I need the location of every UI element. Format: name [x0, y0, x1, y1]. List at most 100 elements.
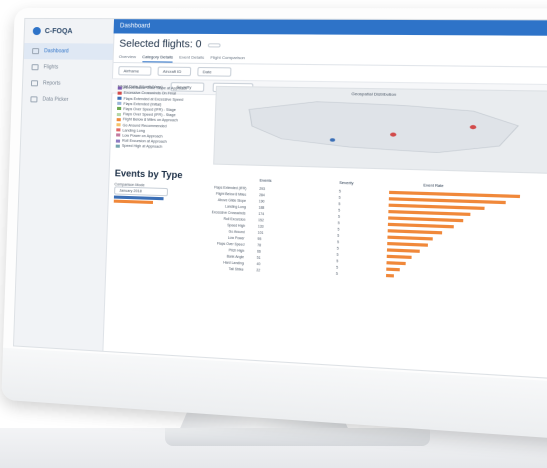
tab-overview[interactable]: Overview [119, 52, 137, 62]
legend-label: Flaps Over Speed (IFR) - Stage [123, 106, 176, 113]
event-rate-bar [388, 216, 464, 223]
event-count: 174 [258, 211, 265, 217]
event-name: Flaps Extended (IFR) [214, 185, 247, 191]
close-icon [30, 96, 38, 103]
sidebar-item-flights[interactable]: Flights [23, 59, 112, 76]
sidebar: C-FOQA Dashboard Flights Reports Data Pi… [14, 18, 116, 351]
event-severity: 5 [336, 265, 339, 270]
screen: C-FOQA Dashboard Flights Reports Data Pi… [12, 17, 547, 380]
monitor-base [165, 428, 430, 446]
col-header-severity: Severity [339, 180, 354, 186]
legend-swatch [115, 139, 121, 143]
event-rate-bar [387, 241, 428, 247]
map-section: Above/Below Glide Slope at Approach Exces… [115, 84, 547, 175]
event-count: 78 [257, 243, 262, 248]
event-rate-bar [386, 248, 420, 253]
event-severity: 5 [338, 195, 341, 200]
event-rate-bar [387, 235, 433, 241]
legend-swatch [117, 96, 122, 100]
sidebar-item-data-picker[interactable]: Data Picker [22, 91, 111, 109]
date-select[interactable]: Date [197, 66, 232, 77]
legend-label: Speed High at Approach [121, 143, 163, 150]
legend-swatch [116, 123, 121, 127]
event-severity: 5 [338, 201, 341, 207]
legend-swatch [117, 86, 122, 90]
comparison-select[interactable]: January 2018 [114, 186, 169, 197]
topbar: Dashboard [113, 19, 547, 36]
sidebar-item-label: Flights [43, 64, 59, 71]
legend-swatch [115, 144, 120, 148]
event-count: 66 [256, 249, 261, 254]
event-count: 188 [258, 205, 265, 210]
event-count: 22 [256, 268, 261, 273]
event-severity: 5 [337, 233, 340, 238]
monitor: C-FOQA Dashboard Flights Reports Data Pi… [1, 7, 547, 441]
legend-swatch [117, 102, 122, 106]
event-severity: 5 [338, 208, 341, 213]
legend-swatch [116, 117, 121, 122]
event-name: Tail Strike [228, 266, 244, 272]
tab-event-details[interactable]: Event Details [179, 52, 204, 63]
event-rate-bar [386, 267, 400, 272]
plane-icon [31, 64, 39, 71]
event-rate-bar [388, 203, 485, 211]
legend-label: Go Around Recommended [122, 122, 167, 128]
comparison-bar [113, 199, 154, 204]
sidebar-item-reports[interactable]: Reports [23, 75, 112, 92]
page-title-text: Selected flights: 0 [119, 38, 202, 51]
legend-label: Flaps Extended (Initial) [123, 101, 162, 107]
event-count: 190 [258, 199, 265, 204]
legend-item[interactable]: Speed High at Approach [115, 143, 208, 150]
event-legend: Above/Below Glide Slope at Approach Exces… [115, 84, 209, 164]
legend-swatch [116, 133, 121, 137]
aircraft-id-select[interactable]: Aircraft ID [157, 66, 192, 77]
event-rate-bar [386, 261, 406, 266]
dashboard-icon [32, 48, 40, 55]
event-severity: 5 [336, 239, 340, 245]
legend-swatch [116, 128, 121, 132]
event-count: 293 [259, 186, 266, 192]
event-count: 95 [257, 236, 262, 242]
tab-flight-comparison[interactable]: Flight Comparison [210, 53, 245, 64]
title-action-button[interactable] [207, 42, 221, 47]
legend-label: Flaps Extended at Excessive Speed [123, 96, 184, 102]
sidebar-item-dashboard[interactable]: Dashboard [23, 43, 114, 60]
topbar-title: Dashboard [119, 23, 151, 30]
legend-label: Landing Long [122, 128, 146, 133]
legend-label: Excessive Crosswinds On Final [123, 91, 177, 96]
event-count: 101 [257, 230, 264, 235]
comparison-panel: Comparison Mode January 2018 [113, 182, 169, 205]
logo-icon [32, 26, 41, 36]
geospatial-map[interactable]: Geospatial Distribution [213, 85, 547, 175]
event-severity: 5 [337, 227, 340, 232]
legend-swatch [117, 91, 122, 95]
event-count: 40 [256, 261, 261, 267]
airframe-select[interactable]: Airframe [118, 66, 152, 76]
event-severity: 5 [336, 259, 339, 264]
tab-category-details[interactable]: Category Details [142, 52, 174, 63]
legend-swatch [116, 107, 122, 111]
event-severity: 5 [337, 220, 340, 226]
sidebar-item-label: Dashboard [43, 48, 69, 55]
event-severity: 5 [336, 252, 339, 257]
report-icon [30, 80, 39, 87]
event-count: 133 [257, 224, 264, 229]
event-count: 284 [258, 193, 265, 198]
col-header-events: Events [259, 178, 272, 183]
map-svg [214, 87, 547, 173]
event-count: 51 [256, 255, 261, 260]
main-area: Dashboard Selected flights: 0 Overview C… [102, 19, 547, 378]
legend-swatch [116, 112, 122, 116]
events-title: Events by Type [114, 168, 183, 181]
legend-label: Roll Excursion at Approach [122, 138, 167, 144]
event-rate-bar [386, 254, 412, 259]
legend-label: Flight Below 8 Miles on Approach [122, 117, 179, 123]
event-rate-bar [387, 222, 454, 229]
event-rate-bar [385, 273, 395, 278]
legend-label: Flaps Over Speed (IFR) - Stage [122, 112, 176, 118]
map-title: Geospatial Distribution [351, 90, 397, 97]
legend-label: Above/Below Glide Slope at Approach [123, 85, 188, 91]
event-severity: 5 [337, 214, 341, 219]
event-severity: 5 [338, 189, 341, 194]
event-severity: 5 [335, 271, 338, 277]
